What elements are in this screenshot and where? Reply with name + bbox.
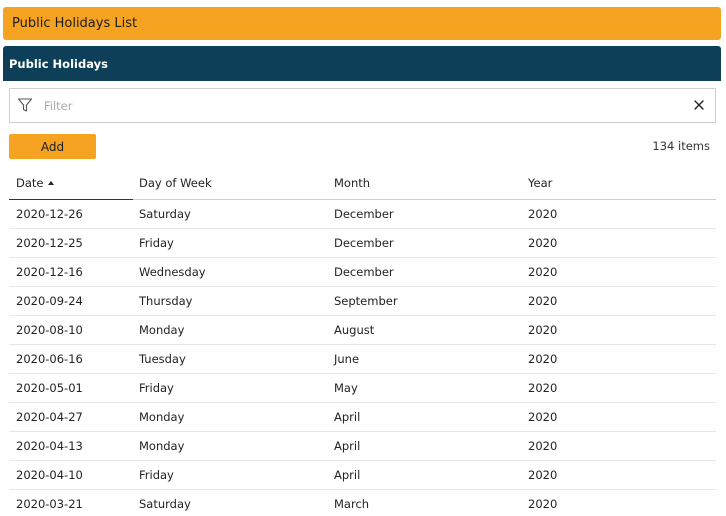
cell-year: 2020: [528, 207, 558, 221]
column-header-month[interactable]: Month: [334, 170, 370, 199]
sort-ascending-icon: [47, 180, 54, 185]
cell-day-of-week: Friday: [139, 236, 174, 250]
cell-year: 2020: [528, 236, 558, 250]
cell-month: April: [334, 410, 361, 424]
cell-date: 2020-04-27: [16, 410, 83, 424]
cell-date: 2020-04-13: [16, 439, 83, 453]
table-row[interactable]: 2020-12-26 Saturday December 2020: [9, 200, 716, 229]
cell-year: 2020: [528, 294, 558, 308]
cell-day-of-week: Friday: [139, 468, 174, 482]
cell-month: May: [334, 381, 358, 395]
cell-month: April: [334, 439, 361, 453]
cell-day-of-week: Thursday: [139, 294, 193, 308]
cell-date: 2020-04-10: [16, 468, 83, 482]
add-button[interactable]: Add: [9, 134, 96, 159]
filter-input[interactable]: [42, 94, 666, 118]
cell-day-of-week: Friday: [139, 381, 174, 395]
filter-bar: [9, 88, 716, 123]
cell-month: June: [334, 352, 360, 366]
panel-header: Public Holidays: [3, 46, 721, 81]
table-row[interactable]: 2020-12-16 Wednesday December 2020: [9, 258, 716, 287]
column-header-label: Day of Week: [139, 176, 212, 190]
table-row[interactable]: 2020-04-13 Monday April 2020: [9, 432, 716, 461]
cell-month: September: [334, 294, 398, 308]
table-row[interactable]: 2020-04-27 Monday April 2020: [9, 403, 716, 432]
cell-year: 2020: [528, 352, 558, 366]
column-header-label: Month: [334, 176, 371, 190]
column-header-day-of-week[interactable]: Day of Week: [139, 170, 212, 199]
items-count: 134 items: [652, 139, 710, 153]
cell-day-of-week: Monday: [139, 410, 185, 424]
column-header-year[interactable]: Year: [528, 170, 552, 199]
cell-date: 2020-08-10: [16, 323, 83, 337]
grid-header: Date Day of Week Month Year: [9, 170, 716, 200]
cell-year: 2020: [528, 265, 558, 279]
cell-month: December: [334, 265, 394, 279]
table-row[interactable]: 2020-09-24 Thursday September 2020: [9, 287, 716, 316]
cell-date: 2020-06-16: [16, 352, 83, 366]
column-header-label: Year: [528, 176, 553, 190]
cell-month: March: [334, 497, 370, 511]
cell-day-of-week: Saturday: [139, 207, 191, 221]
cell-year: 2020: [528, 323, 558, 337]
table-row[interactable]: 2020-03-21 Saturday March 2020: [9, 490, 716, 516]
cell-date: 2020-12-16: [16, 265, 83, 279]
table-row[interactable]: 2020-08-10 Monday August 2020: [9, 316, 716, 345]
cell-year: 2020: [528, 439, 558, 453]
cell-year: 2020: [528, 497, 558, 511]
panel-title: Public Holidays: [9, 56, 108, 71]
table-row[interactable]: 2020-12-25 Friday December 2020: [9, 229, 716, 258]
cell-month: August: [334, 323, 375, 337]
table-row[interactable]: 2020-06-16 Tuesday June 2020: [9, 345, 716, 374]
cell-date: 2020-12-25: [16, 236, 83, 250]
cell-month: December: [334, 207, 394, 221]
cell-day-of-week: Wednesday: [139, 265, 206, 279]
page-title-bar: Public Holidays List: [3, 7, 721, 40]
holidays-grid: Date Day of Week Month Year 2020-12-26 S…: [9, 170, 716, 516]
cell-date: 2020-03-21: [16, 497, 83, 511]
cell-month: April: [334, 468, 361, 482]
cell-date: 2020-12-26: [16, 207, 83, 221]
cell-date: 2020-09-24: [16, 294, 83, 308]
cell-day-of-week: Monday: [139, 323, 185, 337]
cell-day-of-week: Saturday: [139, 497, 191, 511]
cell-year: 2020: [528, 381, 558, 395]
close-icon[interactable]: [691, 97, 707, 113]
cell-day-of-week: Tuesday: [139, 352, 186, 366]
table-row[interactable]: 2020-04-10 Friday April 2020: [9, 461, 716, 490]
column-header-label: Date: [16, 176, 44, 190]
table-row[interactable]: 2020-05-01 Friday May 2020: [9, 374, 716, 403]
cell-date: 2020-05-01: [16, 381, 83, 395]
cell-year: 2020: [528, 468, 558, 482]
page: Public Holidays List Public Holidays Add…: [0, 0, 726, 516]
panel-body: Add 134 items Date Day of Week Month Yea…: [3, 81, 721, 516]
cell-year: 2020: [528, 410, 558, 424]
cell-day-of-week: Monday: [139, 439, 185, 453]
filter-icon: [17, 98, 33, 112]
page-title: Public Holidays List: [12, 16, 138, 31]
column-header-date[interactable]: Date: [16, 170, 54, 199]
cell-month: December: [334, 236, 394, 250]
